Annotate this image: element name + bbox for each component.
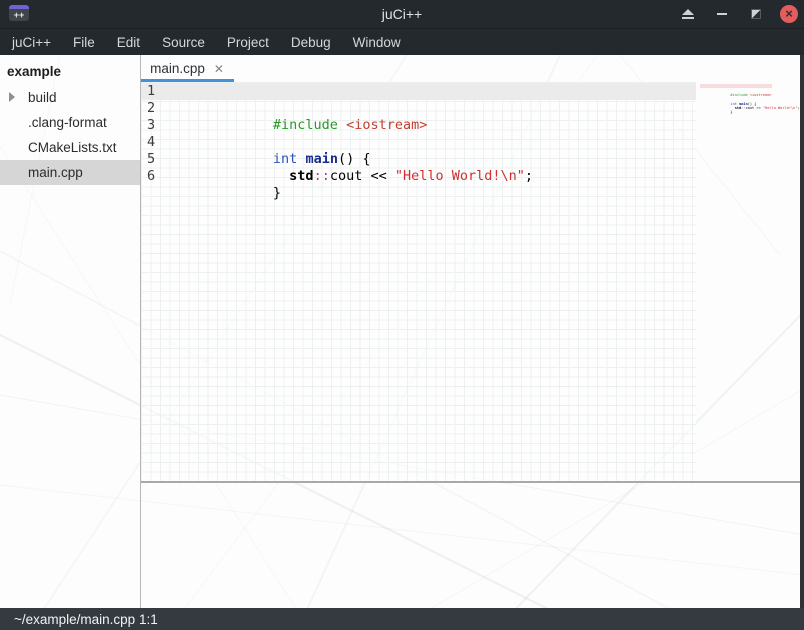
menu-item[interactable]: Window bbox=[342, 29, 412, 56]
restore-icon bbox=[751, 9, 761, 19]
line-number: 3 bbox=[144, 117, 155, 134]
code-line[interactable]: 1 #include <iostream> bbox=[141, 83, 696, 100]
line-number: 6 bbox=[144, 168, 155, 185]
file-name: build bbox=[28, 90, 57, 105]
output-pane bbox=[141, 483, 800, 608]
statusbar: ~/example/main.cpp 1:1 bbox=[0, 608, 804, 630]
menu-item[interactable]: File bbox=[62, 29, 106, 56]
menu-item[interactable]: Debug bbox=[280, 29, 342, 56]
file-tree-item[interactable]: build bbox=[0, 85, 140, 110]
code-text bbox=[159, 168, 289, 185]
source-view: 1 #include <iostream> 2 bbox=[141, 82, 800, 481]
minimize-icon bbox=[717, 13, 727, 15]
file-tree-item[interactable]: .clang-format bbox=[0, 110, 140, 135]
file-tree: build .clang-format CMakeLists.txt bbox=[0, 85, 140, 185]
file-tree-item[interactable]: CMakeLists.txt bbox=[0, 135, 140, 160]
file-name: CMakeLists.txt bbox=[28, 140, 117, 155]
code-editor[interactable]: 1 #include <iostream> 2 bbox=[141, 82, 696, 481]
eject-icon bbox=[682, 9, 694, 15]
tabbar: main.cpp ✕ bbox=[141, 55, 800, 82]
app-window: ++ juCi++ × juCi++ File Edit bbox=[0, 0, 804, 630]
status-file-position: ~/example/main.cpp 1:1 bbox=[14, 612, 158, 627]
menu-item[interactable]: Edit bbox=[106, 29, 151, 56]
project-root-label[interactable]: example bbox=[0, 59, 140, 85]
window-controls: × bbox=[678, 0, 798, 28]
restore-button[interactable] bbox=[746, 4, 766, 24]
line-number: 2 bbox=[144, 100, 155, 117]
file-tree-panel: example build .clang-format C bbox=[0, 55, 141, 608]
code-line[interactable]: 4 std::cout << "Hello World!\n"; bbox=[141, 134, 696, 151]
code-line[interactable]: 5 } bbox=[141, 151, 696, 168]
eject-icon-bar bbox=[682, 17, 694, 19]
expander-triangle-icon[interactable] bbox=[9, 92, 15, 102]
menu-item[interactable]: Source bbox=[151, 29, 216, 56]
line-number: 1 bbox=[144, 83, 155, 100]
right-edge-strip bbox=[800, 55, 804, 608]
titlebar: ++ juCi++ × bbox=[0, 0, 804, 28]
minimap[interactable]: #include <iostream> bbox=[696, 82, 800, 481]
line-number: 4 bbox=[144, 134, 155, 151]
code-text: std::cout << "Hello World!\n"; bbox=[159, 134, 533, 151]
tab-main-cpp[interactable]: main.cpp ✕ bbox=[141, 55, 234, 82]
menu-item[interactable]: Project bbox=[216, 29, 280, 56]
shade-button[interactable] bbox=[678, 4, 698, 24]
close-button[interactable]: × bbox=[780, 5, 798, 23]
code-text: int main() { bbox=[159, 117, 370, 134]
tab-label: main.cpp bbox=[150, 61, 205, 76]
menu-item[interactable]: juCi++ bbox=[1, 29, 62, 56]
editor-column: main.cpp ✕ 1 #include <iostream> bbox=[141, 55, 800, 608]
line-number: 5 bbox=[144, 151, 155, 168]
code-text bbox=[159, 100, 289, 117]
code-line[interactable]: 2 bbox=[141, 100, 696, 117]
minimize-button[interactable] bbox=[712, 4, 732, 24]
code-text: } bbox=[159, 151, 289, 168]
code-text: #include <iostream> bbox=[159, 83, 427, 100]
close-icon: × bbox=[785, 7, 793, 20]
window-body: example build .clang-format C bbox=[0, 55, 804, 608]
file-tree-item[interactable]: main.cpp bbox=[0, 160, 140, 185]
tab-close-icon[interactable]: ✕ bbox=[214, 63, 224, 75]
menubar: juCi++ File Edit Source Project Debug Wi… bbox=[0, 28, 804, 55]
file-name: main.cpp bbox=[28, 165, 83, 180]
file-name: .clang-format bbox=[28, 115, 107, 130]
